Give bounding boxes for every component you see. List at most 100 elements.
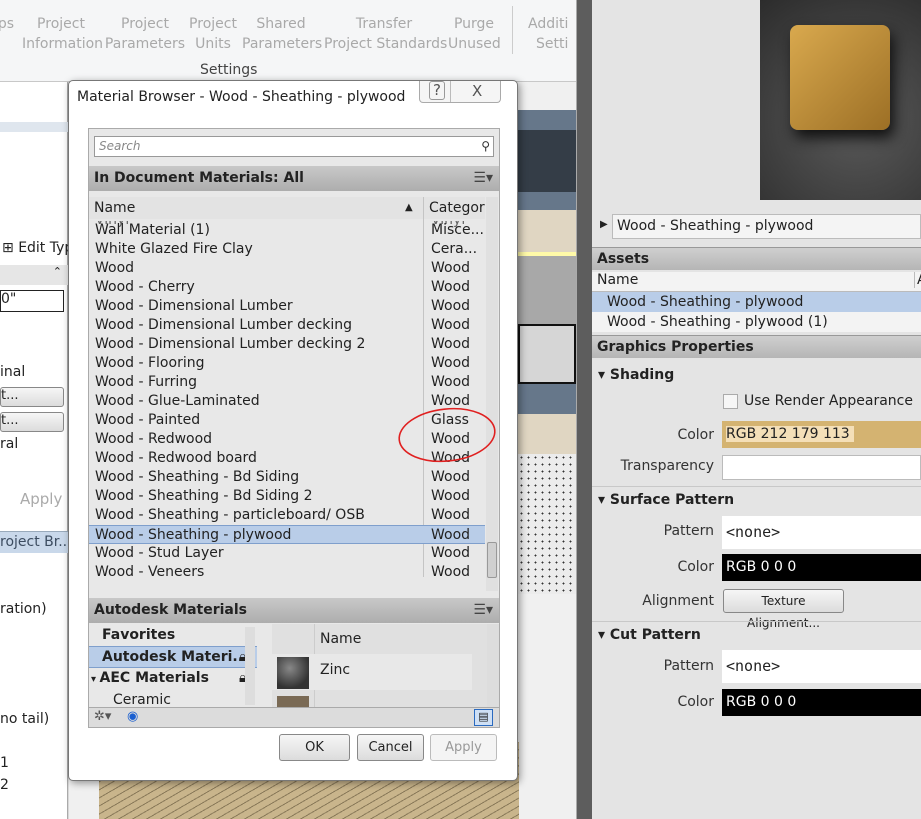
tree-item-autodesk-materials[interactable]: Autodesk Materi... 🔒︎	[89, 646, 257, 668]
shading-section[interactable]: ▾ Shading	[598, 367, 674, 383]
tree-item-favorites[interactable]: Favorites	[102, 627, 175, 643]
surface-pattern-section[interactable]: ▾ Surface Pattern	[598, 492, 734, 508]
material-name: Wood - Cherry	[95, 279, 195, 295]
panel-divider[interactable]	[576, 0, 592, 819]
material-row[interactable]: Wood - Flooring Wood	[89, 354, 485, 373]
tree-scrollbar[interactable]	[245, 627, 255, 705]
ribbon-label: Purge	[453, 16, 495, 32]
edit-type-button[interactable]: ⊞ Edit Typ	[2, 240, 73, 256]
material-row[interactable]: Wood - Sheathing - particleboard/ OSB Woo…	[89, 506, 485, 525]
apply-button[interactable]: Apply	[430, 734, 497, 761]
purge-unused-button[interactable]: Purge Unused	[448, 14, 501, 54]
red-annotation-circle	[398, 407, 496, 463]
material-row[interactable]: Wood - Furring Wood	[89, 373, 485, 392]
header-title: Autodesk Materials	[94, 602, 247, 618]
cut-pattern-section[interactable]: ▾ Cut Pattern	[598, 627, 701, 643]
material-row[interactable]: Wood - Stud Layer Wood	[89, 544, 485, 563]
project-parameters-button[interactable]: Project Parameters	[104, 14, 186, 54]
material-name: Wood - Dimensional Lumber decking	[95, 317, 353, 333]
settings-gear-icon[interactable]: ✲▾	[94, 709, 111, 724]
material-category: Cera...	[431, 241, 478, 257]
browser-item[interactable]: no tail)	[0, 711, 49, 727]
title-buttons: ? X	[419, 81, 501, 103]
close-icon[interactable]: X	[472, 82, 482, 100]
cut-pattern-field[interactable]: <none>	[722, 650, 921, 683]
ribbon-label: Parameters	[104, 36, 186, 52]
material-row[interactable]: Wood - Dimensional Lumber decking 2 Wood	[89, 335, 485, 354]
material-name: Wood - Sheathing - plywood	[95, 527, 292, 543]
property-value: inal	[0, 364, 26, 380]
view-options-icon[interactable]: ☰▾	[473, 166, 493, 190]
material-name: Wood - Glue-Laminated	[95, 393, 260, 409]
library-item[interactable]: Zinc	[272, 654, 472, 690]
shading-color-swatch[interactable]: RGB 212 179 113	[722, 421, 921, 448]
help-icon[interactable]: ?	[429, 81, 445, 100]
preview-cube	[790, 25, 890, 130]
property-field[interactable]: 0"	[0, 290, 64, 312]
property-value: ral	[0, 436, 19, 452]
material-row[interactable]: Wood - Sheathing - Bd Siding Wood	[89, 468, 485, 487]
cut-color-swatch[interactable]: RGB 0 0 0	[722, 689, 921, 716]
transparency-field[interactable]	[722, 455, 921, 480]
library-scrollbar[interactable]	[487, 624, 499, 707]
tree-item-aec-materials[interactable]: ▾ AEC Materials 🔒︎	[91, 670, 246, 686]
button-label: OK	[305, 740, 324, 755]
create-material-icon[interactable]: ◉	[127, 709, 138, 724]
asset-name: Wood - Sheathing - plywood (1)	[607, 314, 828, 330]
material-row[interactable]: Wood - Dimensional Lumber decking Wood	[89, 316, 485, 335]
properties-apply-button[interactable]: Apply	[20, 490, 62, 508]
property-value: 0"	[1, 291, 17, 307]
asset-row[interactable]: Wood - Sheathing - plywood (1)	[592, 312, 921, 332]
tree-item-ceramic[interactable]: Ceramic	[113, 692, 171, 707]
material-name-field[interactable]: Wood - Sheathing - plywood	[612, 214, 921, 239]
texture-alignment-button[interactable]: Texture Alignment...	[723, 589, 844, 630]
use-render-appearance-checkbox[interactable]	[723, 394, 738, 409]
material-preview	[760, 0, 921, 200]
material-row[interactable]: White Glazed Fire Clay Cera...	[89, 240, 485, 259]
ok-button[interactable]: OK	[279, 734, 350, 761]
scrollbar-thumb[interactable]	[487, 542, 497, 578]
project-information-button[interactable]: Project Information	[22, 14, 103, 54]
asset-row-selected[interactable]: Wood - Sheathing - plywood	[592, 292, 921, 312]
library-name-column[interactable]: Name	[320, 631, 361, 647]
assets-column-header[interactable]: Name A	[592, 272, 921, 292]
browser-item[interactable]: 2	[0, 777, 9, 793]
surface-color-swatch[interactable]: RGB 0 0 0	[722, 554, 921, 581]
browser-item[interactable]: ration)	[0, 601, 47, 617]
category-column-header[interactable]: Categor	[429, 197, 485, 219]
color-label: Color	[677, 427, 714, 443]
collapse-icon[interactable]: ⌃	[0, 265, 68, 285]
material-row[interactable]: Wood - Sheathing - Bd Siding 2 Wood	[89, 487, 485, 506]
ribbon-item-partial[interactable]: ps	[0, 14, 14, 34]
button-label: Cancel	[368, 740, 413, 755]
cancel-button[interactable]: Cancel	[357, 734, 424, 761]
search-input[interactable]: Search ⚲	[94, 136, 494, 157]
material-row[interactable]: Wood Wood	[89, 259, 485, 278]
property-button[interactable]: t...	[0, 412, 64, 432]
browser-toolbar: ✲▾ ◉ ▤	[89, 707, 499, 727]
edit-type-label: Edit Typ	[18, 240, 74, 256]
project-units-button[interactable]: Project Units	[188, 14, 238, 54]
property-button[interactable]: t...	[0, 387, 64, 407]
shared-parameters-button[interactable]: Shared Parameters	[242, 14, 322, 54]
browser-item[interactable]: 1	[0, 755, 9, 771]
material-row-selected[interactable]: Wood - Sheathing - plywood Wood	[89, 525, 485, 544]
material-row[interactable]: Wood - Dimensional Lumber Wood	[89, 297, 485, 316]
toggle-editor-icon[interactable]: ▤	[474, 709, 493, 726]
name-column-header[interactable]: Name	[94, 197, 135, 219]
transfer-project-standards-button[interactable]: Transfer Project Standards	[324, 14, 447, 54]
material-row[interactable]: Wood - Cherry Wood	[89, 278, 485, 297]
additional-settings-button[interactable]: Additi Setti	[528, 14, 576, 54]
use-render-appearance-label: Use Render Appearance	[744, 393, 913, 409]
material-category: Wood	[431, 336, 471, 352]
header-title: In Document Materials: All	[94, 170, 304, 186]
surface-pattern-field[interactable]: <none>	[722, 516, 921, 549]
list-scrollbar[interactable]	[486, 197, 498, 591]
view-options-icon[interactable]: ☰▾	[473, 598, 493, 622]
material-row[interactable]: Wood - Veneers Wood	[89, 563, 485, 582]
material-row[interactable]: Wall Material (1) Misce...	[89, 221, 485, 240]
property-button-label: t...	[1, 388, 19, 403]
expand-arrow-icon[interactable]: ▶	[600, 219, 608, 230]
pattern-value: <none>	[726, 523, 781, 541]
search-icon[interactable]: ⚲	[481, 137, 490, 156]
